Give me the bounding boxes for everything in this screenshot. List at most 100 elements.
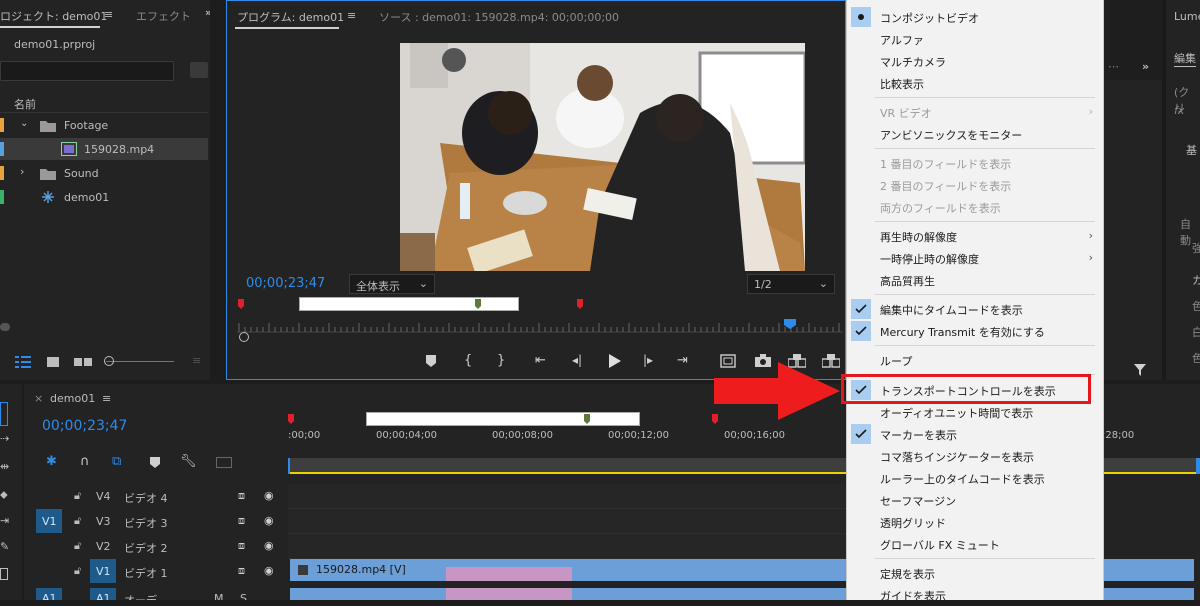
track-lane[interactable] <box>288 534 846 559</box>
tab-source[interactable]: ソース : demo01: 159028.mp4: 00;00;00;00 <box>379 9 619 25</box>
menu-item-high-quality-playback[interactable]: 高品質再生 <box>847 269 1103 291</box>
menu-item-ruler-timecode[interactable]: ルーラー上のタイムコードを表示 <box>847 467 1103 489</box>
audio-clip[interactable] <box>1102 588 1194 600</box>
ripple-tool-icon[interactable]: ⇹ <box>0 460 9 473</box>
menu-item-show-markers[interactable]: マーカーを表示 <box>847 423 1103 445</box>
timeline-tab[interactable]: demo01 <box>50 392 95 405</box>
timeline-timecode[interactable]: 00;00;23;47 <box>42 418 127 434</box>
list-item[interactable]: ⌄ Footage <box>0 114 208 136</box>
search-input[interactable] <box>0 61 174 81</box>
snap-icon[interactable]: ∩ <box>80 454 90 469</box>
menu-item-audio-units[interactable]: オーディオユニット時間で表示 <box>847 401 1103 423</box>
track-lane[interactable] <box>288 484 846 509</box>
monitor-scroll-handle[interactable] <box>239 332 249 342</box>
project-panel-menu-icon[interactable]: ≡ <box>104 8 113 21</box>
track-header-v4[interactable]: 🔓︎ V4 ビデオ 4 ⧈ ◉ <box>24 484 286 508</box>
menu-item-playback-resolution[interactable]: 再生時の解像度 › <box>847 225 1103 247</box>
nest-icon[interactable]: ✱ <box>46 454 57 469</box>
filter-icon[interactable] <box>1134 364 1146 376</box>
eye-icon[interactable]: ◉ <box>264 514 274 527</box>
work-area-bar[interactable] <box>299 297 519 311</box>
marker-icon[interactable] <box>475 299 481 309</box>
zoom-slider[interactable] <box>106 361 174 362</box>
track-header-a1[interactable]: A1 A1 オーデ M S <box>24 588 286 600</box>
menu-item-transparency-grid[interactable]: 透明グリッド <box>847 511 1103 533</box>
lock-icon[interactable]: 🔓︎ <box>74 514 81 528</box>
mute-button[interactable]: M <box>214 592 224 600</box>
video-clip[interactable] <box>1102 559 1194 581</box>
go-to-in-icon[interactable]: ⇤ <box>535 353 546 368</box>
menu-item-vr-video[interactable]: VR ビデオ › <box>847 101 1103 123</box>
tab-program[interactable]: プログラム: demo01 <box>237 9 344 25</box>
track-lane[interactable] <box>288 509 846 534</box>
new-search-bin-icon[interactable] <box>190 62 208 78</box>
resolution-select[interactable]: 1/2 ⌄ <box>747 274 835 294</box>
track-select-tool-icon[interactable]: ⇢ <box>0 432 9 445</box>
menu-item-dropped-frame-indicator[interactable]: コマ落ちインジケーターを表示 <box>847 445 1103 467</box>
menu-item-mercury-transmit[interactable]: Mercury Transmit を有効にする <box>847 320 1103 342</box>
menu-item-show-guides[interactable]: ガイドを表示 <box>847 584 1103 606</box>
wrench-icon[interactable]: 🔧︎ <box>180 454 197 469</box>
lock-icon[interactable]: 🔓︎ <box>74 539 81 553</box>
menu-item-compare-view[interactable]: 比較表示 <box>847 72 1103 94</box>
toggle-output-icon[interactable]: ⧈ <box>238 489 245 503</box>
icon-view-icon[interactable] <box>46 356 60 368</box>
tab-effects[interactable]: エフェクト <box>136 8 191 24</box>
audio-clip[interactable] <box>290 588 846 600</box>
chevron-down-icon[interactable]: ⌄ <box>20 118 28 129</box>
add-marker-icon[interactable] <box>425 355 437 367</box>
menu-item-show-rulers[interactable]: 定規を表示 <box>847 562 1103 584</box>
source-patch-a1[interactable]: A1 <box>36 588 62 600</box>
razor-tool-icon[interactable]: ⬥ <box>0 488 8 502</box>
captions-icon[interactable] <box>216 457 232 468</box>
menu-item-both-fields[interactable]: 両方のフィールドを表示 <box>847 196 1103 218</box>
step-forward-icon[interactable]: |▸ <box>643 353 653 367</box>
marker-icon[interactable] <box>238 299 244 309</box>
slip-tool-icon[interactable]: ⇥ <box>0 514 9 527</box>
list-view-icon[interactable] <box>15 356 31 368</box>
menu-item-global-fx-mute[interactable]: グローバル FX ミュート <box>847 533 1103 555</box>
toggle-output-icon[interactable]: ⧈ <box>238 514 245 528</box>
eye-icon[interactable]: ◉ <box>264 564 274 577</box>
video-clip[interactable]: 159028.mp4 [V] <box>290 559 846 581</box>
panel-overflow-icon[interactable]: » <box>205 6 210 19</box>
monitor-time-ruler[interactable] <box>237 319 843 333</box>
step-back-icon[interactable]: ◂| <box>572 353 582 367</box>
zoom-level-select[interactable]: 全体表示 ⌄ <box>349 274 435 294</box>
add-marker-icon[interactable] <box>150 457 160 468</box>
marker-icon[interactable] <box>577 299 583 309</box>
menu-item-second-field[interactable]: 2 番目のフィールドを表示 <box>847 174 1103 196</box>
eye-icon[interactable]: ◉ <box>264 539 274 552</box>
marker-icon[interactable] <box>584 414 590 424</box>
timeline-menu-icon[interactable]: ≡ <box>102 392 111 405</box>
list-item[interactable]: demo01 <box>0 186 208 208</box>
menu-item-timecode-overlay[interactable]: 編集中にタイムコードを表示 <box>847 298 1103 320</box>
eye-icon[interactable]: ◉ <box>264 489 274 502</box>
timeline-work-area[interactable] <box>366 412 640 426</box>
chevron-right-icon[interactable]: › <box>20 165 24 178</box>
program-menu-icon[interactable]: ≡ <box>347 9 356 22</box>
menu-item-loop[interactable]: ループ <box>847 349 1103 371</box>
list-item[interactable]: › Sound <box>0 162 208 184</box>
toggle-output-icon[interactable]: ⧈ <box>238 564 245 578</box>
rectangle-tool-icon[interactable] <box>0 568 8 580</box>
section-basic[interactable]: 基 <box>1186 142 1197 158</box>
freeform-view-icon[interactable] <box>74 356 92 368</box>
mark-out-icon[interactable]: } <box>497 353 505 368</box>
lock-icon[interactable]: 🔓︎ <box>74 564 81 578</box>
panel-options-icon[interactable]: ⋯ <box>1108 60 1119 73</box>
close-icon[interactable]: × <box>34 392 43 405</box>
lock-icon[interactable]: 🔓︎ <box>74 489 81 503</box>
sort-icon[interactable]: ≡ <box>192 354 201 367</box>
timeline-work-bar[interactable] <box>288 458 846 474</box>
menu-item-safe-margins[interactable]: セーフマージン <box>847 489 1103 511</box>
zoom-slider-handle[interactable] <box>104 356 114 366</box>
list-item[interactable]: 159028.mp4 <box>0 138 208 160</box>
menu-item-first-field[interactable]: 1 番目のフィールドを表示 <box>847 152 1103 174</box>
menu-item-monitor-ambisonics[interactable]: アンビソニックスをモニター <box>847 123 1103 145</box>
target-track-v1[interactable]: V1 <box>90 559 116 583</box>
play-icon[interactable] <box>609 354 621 368</box>
menu-item-alpha[interactable]: アルファ <box>847 28 1103 50</box>
menu-item-paused-resolution[interactable]: 一時停止時の解像度 › <box>847 247 1103 269</box>
selection-tool-icon[interactable] <box>0 402 8 426</box>
